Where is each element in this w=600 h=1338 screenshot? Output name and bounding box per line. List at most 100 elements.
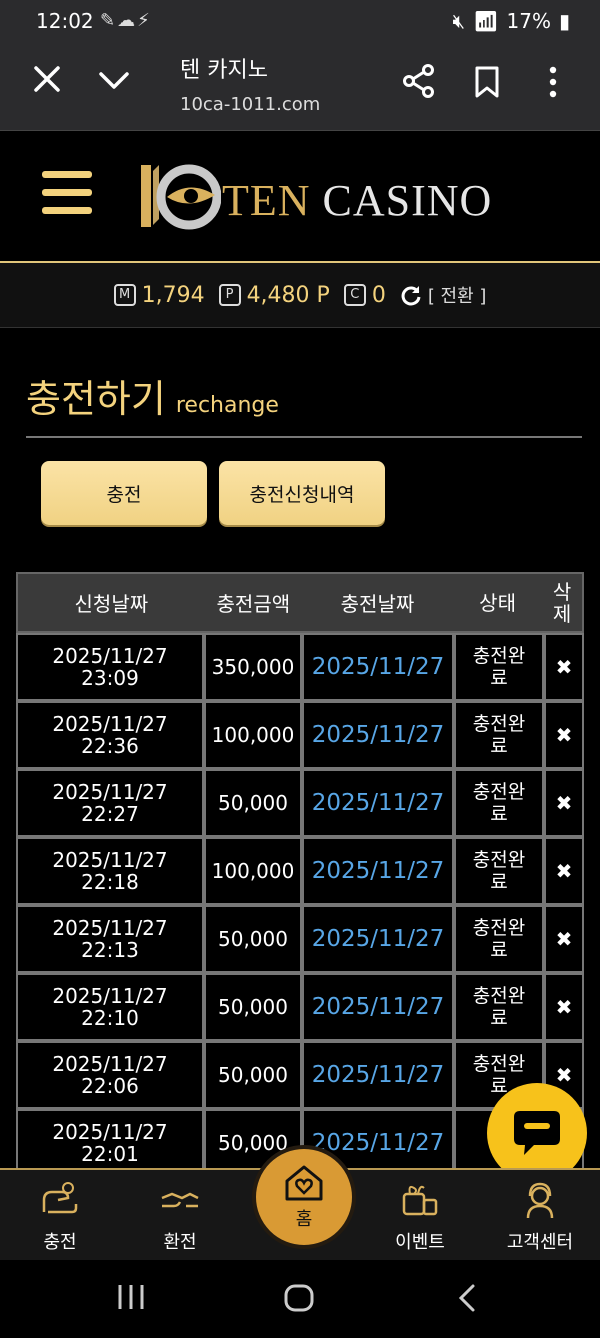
cell-status-text: 충전완 료	[472, 645, 526, 689]
logo-icon[interactable]	[137, 161, 221, 231]
wallet-bar: M 1,794 P 4,480 P C 0 [ 전환 ]	[0, 263, 600, 328]
cell-charge-date-text: 2025/11/27	[311, 994, 445, 1020]
money-value: 1,794	[141, 282, 205, 308]
cell-request-date: 2025/11/27 22:18	[16, 837, 204, 905]
cell-charge-date: 2025/11/27	[302, 973, 454, 1041]
delete-button[interactable]: ✖	[544, 905, 584, 973]
cell-amount: 50,000	[204, 973, 302, 1041]
cell-request-date-text: 2025/11/27 22:06	[52, 1052, 168, 1098]
cell-amount-text: 100,000	[211, 859, 295, 883]
wifi-icon: 📶︎	[473, 9, 499, 33]
page-title-korean: 충전하기	[26, 377, 166, 421]
table-row: 2025/11/27 22:13 50,000 2025/11/27 충전완 료 ✖	[16, 905, 584, 973]
cell-request-date: 2025/11/27 22:27	[16, 769, 204, 837]
headset-icon	[526, 1182, 554, 1219]
cell-charge-date: 2025/11/27	[302, 701, 454, 769]
delete-button[interactable]: ✖	[544, 837, 584, 905]
delete-button[interactable]: ✖	[544, 633, 584, 701]
nav-charge-label: 충전	[43, 1232, 77, 1253]
table-header: 신청날짜 충전금액 충전날짜 상태 삭 제	[16, 572, 584, 633]
delete-button[interactable]: ✖	[544, 973, 584, 1041]
cell-status: 충전완 료	[454, 837, 544, 905]
cell-request-date-text: 2025/11/27 22:13	[52, 916, 168, 962]
table-row: 2025/11/27 22:36 100,000 2025/11/27 충전완 료 ✖	[16, 701, 584, 769]
close-icon[interactable]	[32, 64, 62, 94]
money-icon: M	[113, 284, 136, 306]
cell-status: 충전완 료	[454, 769, 544, 837]
recent-apps-icon[interactable]	[116, 1283, 146, 1311]
home-heart-icon	[285, 1165, 323, 1201]
point-balance: P 4,480 P	[218, 282, 330, 308]
cell-request-date: 2025/11/27 22:06	[16, 1041, 204, 1109]
cell-status-text: 충전완 료	[472, 713, 526, 757]
delete-button[interactable]: ✖	[544, 701, 584, 769]
table-body: 2025/11/27 23:09 350,000 2025/11/27 충전완 료 ✖ 2…	[16, 633, 584, 1177]
cell-charge-date-text: 2025/11/27	[311, 1062, 445, 1088]
mute-icon: 🔇︎	[452, 9, 466, 33]
cell-amount: 50,000	[204, 1041, 302, 1109]
column-delete: 삭 제	[552, 579, 572, 626]
charge-history-button[interactable]: 충전신청내역	[219, 461, 385, 525]
cell-amount-text: 50,000	[218, 995, 288, 1019]
delete-button[interactable]: ✖	[544, 769, 584, 837]
nav-exchange-label: 환전	[163, 1232, 197, 1253]
convert-label: [ 전환 ]	[427, 286, 487, 307]
column-amount: 충전금액	[216, 592, 291, 616]
home-system-icon[interactable]	[283, 1283, 315, 1313]
browser-url[interactable]: 10ca-1011.com	[180, 94, 320, 115]
column-status: 상태	[479, 590, 516, 615]
browser-page-title: 텐 카지노	[180, 58, 268, 83]
cell-charge-date: 2025/11/27	[302, 1041, 454, 1109]
refresh-icon	[401, 286, 421, 306]
cell-status: 충전완 료	[454, 973, 544, 1041]
point-value: 4,480 P	[246, 282, 330, 308]
cell-charge-date: 2025/11/27	[302, 633, 454, 701]
nav-event[interactable]: 이벤트	[365, 1180, 475, 1254]
charge-button[interactable]: 충전	[41, 461, 207, 525]
notification-icons: ✎☁⚡	[100, 10, 152, 31]
cell-charge-date-text: 2025/11/27	[311, 722, 445, 748]
status-bar: 12:02 ✎☁⚡ 🔇︎ 📶︎ 17% ▮	[0, 0, 600, 42]
delete-button-text: ✖	[555, 723, 573, 747]
coin-balance: C 0	[343, 283, 386, 308]
cell-charge-date-text: 2025/11/27	[311, 926, 445, 952]
chat-icon	[514, 1111, 560, 1155]
column-request-date: 신청날짜	[74, 592, 149, 616]
menu-icon[interactable]	[42, 171, 92, 215]
money-balance: M 1,794	[113, 282, 205, 308]
nav-support[interactable]: 고객센터	[485, 1180, 595, 1254]
bookmark-icon[interactable]	[474, 66, 500, 98]
back-icon[interactable]	[456, 1283, 478, 1313]
nav-charge[interactable]: 충전	[5, 1180, 115, 1254]
nav-home[interactable]: 홈	[252, 1145, 356, 1249]
cell-charge-date: 2025/11/27	[302, 837, 454, 905]
charge-hand-icon	[42, 1182, 78, 1214]
cell-amount-text: 100,000	[211, 723, 295, 747]
cell-status: 충전완 료	[454, 701, 544, 769]
browser-toolbar: 텐 카지노 10ca-1011.com	[0, 42, 600, 131]
logo-text[interactable]: TEN CASINO	[222, 175, 492, 226]
cell-charge-date: 2025/11/27	[302, 769, 454, 837]
cell-status: 충전완 료	[454, 633, 544, 701]
delete-button-text: ✖	[555, 859, 573, 883]
cell-charge-date-text: 2025/11/27	[311, 654, 445, 680]
nav-exchange[interactable]: 환전	[125, 1180, 235, 1254]
cell-status: 충전완 료	[454, 905, 544, 973]
site-header: TEN CASINO	[0, 131, 600, 263]
nav-event-label: 이벤트	[395, 1232, 445, 1253]
battery-percent: 17%	[506, 9, 551, 33]
share-icon[interactable]	[402, 64, 436, 98]
more-options-icon[interactable]	[540, 66, 566, 98]
delete-button-text: ✖	[555, 927, 573, 951]
cell-status-text: 충전완 료	[472, 781, 526, 825]
chevron-down-icon[interactable]	[98, 66, 130, 94]
cell-amount-text: 50,000	[218, 927, 288, 951]
cell-request-date: 2025/11/27 22:13	[16, 905, 204, 973]
cell-status-text: 충전완 료	[472, 985, 526, 1029]
cell-request-date-text: 2025/11/27 22:18	[52, 848, 168, 894]
page-title: 충전하기 rechange	[26, 368, 582, 438]
delete-button-text: ✖	[555, 995, 573, 1019]
convert-button[interactable]: [ 전환 ]	[400, 282, 487, 308]
exchange-hand-icon	[161, 1192, 199, 1208]
cell-amount: 50,000	[204, 769, 302, 837]
